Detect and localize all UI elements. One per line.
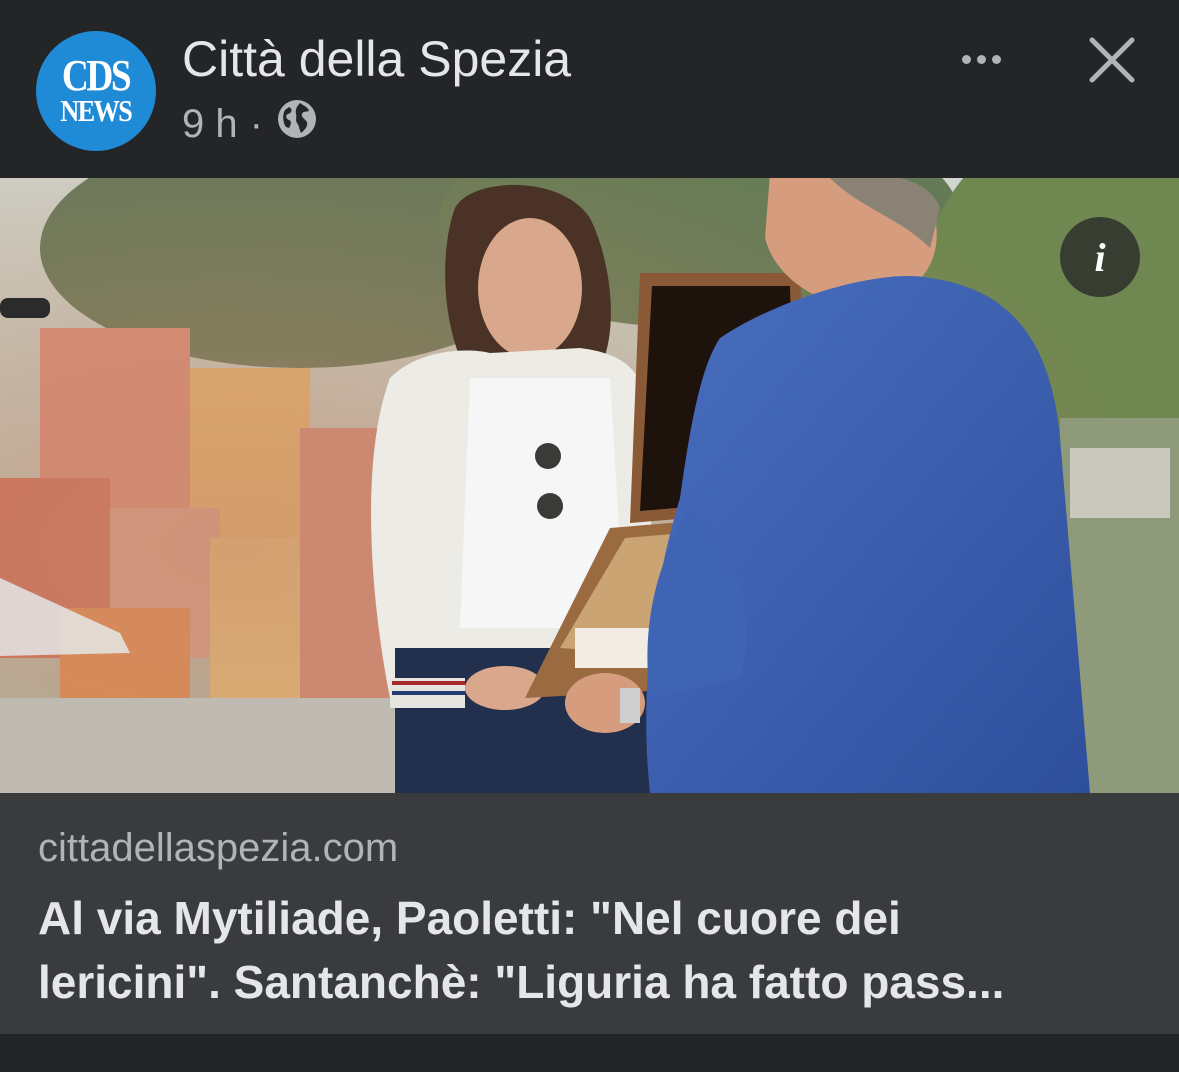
avatar-logo-line1: CDS [62,51,132,100]
more-dot [991,54,1001,64]
post-time[interactable]: 9 h [182,102,238,147]
link-domain: cittadellaspezia.com [38,826,399,870]
headline-line-1: Al via Mytiliade, Paoletti: "Nel cuore d… [38,892,901,944]
avatar-logo-line2: NEWS [60,93,134,128]
post-meta: 9 h · [182,98,319,150]
more-dot [976,54,986,64]
post-header: CDS NEWS Città della Spezia 9 h · [0,0,1179,178]
meta-separator: · [249,101,263,146]
close-button[interactable] [1084,32,1140,88]
globe-icon [275,97,319,151]
close-icon [1089,37,1135,83]
post-photo[interactable] [0,178,1179,793]
ceremony-photo [0,178,1179,793]
page-name[interactable]: Città della Spezia [182,30,571,88]
info-icon: i [1094,234,1106,280]
page-avatar[interactable]: CDS NEWS [36,31,156,151]
more-options-button[interactable] [952,36,1010,82]
post-footer-strip [0,1034,1179,1072]
more-dots-icon [961,54,971,64]
headline-line-2: lericini". Santanchè: "Liguria ha fatto … [38,956,1005,1008]
info-button[interactable]: i [1060,217,1140,297]
link-headline[interactable]: Al via Mytiliade, Paoletti: "Nel cuore d… [38,886,1148,1014]
